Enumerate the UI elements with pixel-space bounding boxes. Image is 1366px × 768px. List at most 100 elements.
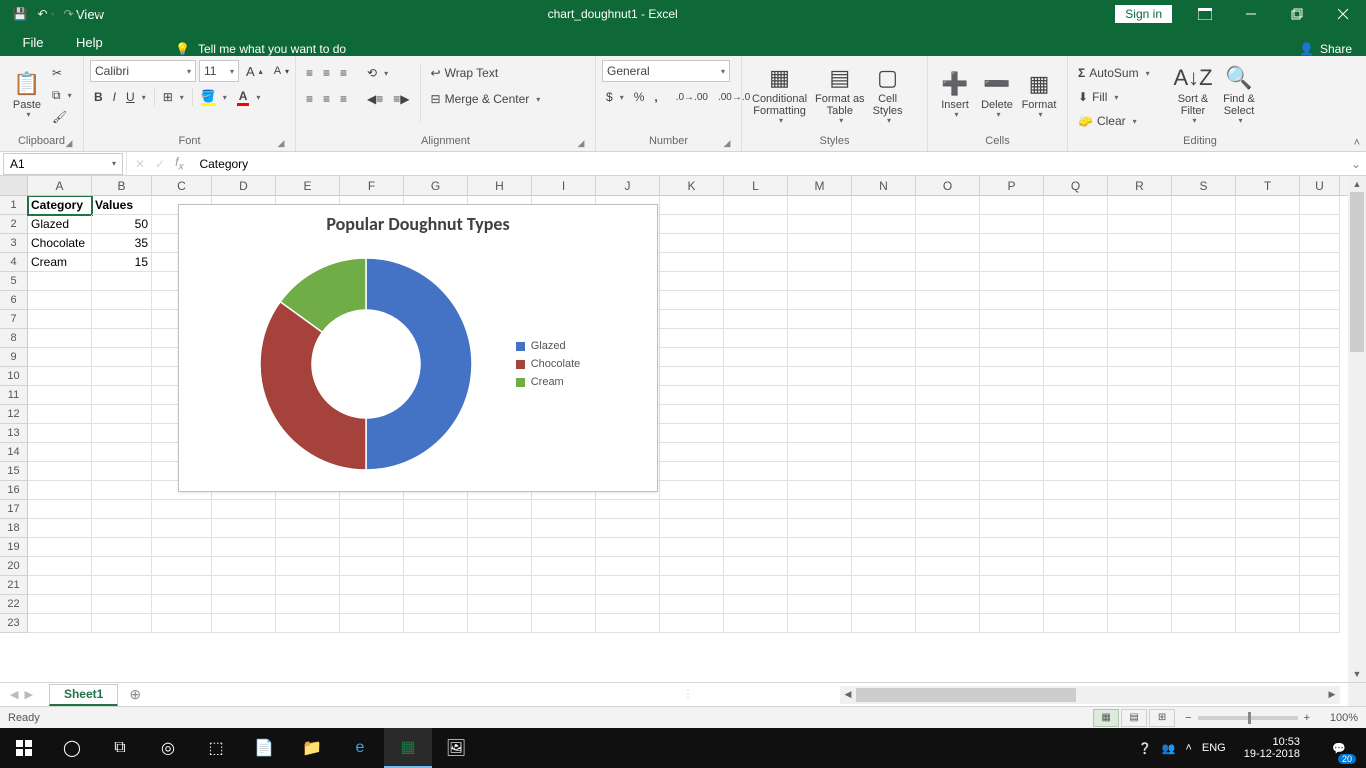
cell[interactable] <box>916 424 980 443</box>
vertical-scrollbar[interactable]: ▲ ▼ <box>1348 176 1366 682</box>
cell[interactable] <box>92 500 152 519</box>
cell[interactable] <box>1236 443 1300 462</box>
cell[interactable] <box>980 291 1044 310</box>
taskbar-app-edge[interactable]: e <box>336 728 384 768</box>
cell[interactable] <box>92 291 152 310</box>
cell[interactable] <box>340 576 404 595</box>
cell[interactable] <box>404 595 468 614</box>
cell[interactable] <box>724 405 788 424</box>
zoom-level[interactable]: 100% <box>1316 712 1358 724</box>
cell[interactable] <box>28 367 92 386</box>
row-header[interactable]: 20 <box>0 557 28 576</box>
cell[interactable] <box>980 576 1044 595</box>
cell[interactable] <box>212 538 276 557</box>
cell[interactable] <box>1300 462 1340 481</box>
cell[interactable] <box>1300 196 1340 215</box>
cell[interactable] <box>468 557 532 576</box>
cell[interactable] <box>788 234 852 253</box>
cell[interactable] <box>1044 424 1108 443</box>
cell[interactable] <box>916 329 980 348</box>
bold-button[interactable]: B <box>90 86 107 108</box>
cell[interactable] <box>724 538 788 557</box>
cell[interactable] <box>1108 424 1172 443</box>
cell[interactable] <box>980 196 1044 215</box>
cell[interactable] <box>660 500 724 519</box>
cell[interactable] <box>1300 329 1340 348</box>
column-header[interactable]: A <box>28 176 92 195</box>
format-painter-button[interactable]: 🖌 <box>48 106 76 128</box>
cell[interactable] <box>916 595 980 614</box>
cell[interactable] <box>92 424 152 443</box>
cell[interactable] <box>852 557 916 576</box>
redo-button[interactable]: ↷▾ <box>60 2 84 26</box>
cell[interactable] <box>340 538 404 557</box>
cell[interactable] <box>596 595 660 614</box>
row-header[interactable]: 18 <box>0 519 28 538</box>
cell[interactable] <box>92 595 152 614</box>
cell[interactable] <box>1300 424 1340 443</box>
cell[interactable] <box>276 614 340 633</box>
cell[interactable] <box>724 234 788 253</box>
cell[interactable] <box>152 557 212 576</box>
cell[interactable] <box>532 595 596 614</box>
column-header[interactable]: L <box>724 176 788 195</box>
cell[interactable] <box>92 367 152 386</box>
vscroll-thumb[interactable] <box>1350 192 1364 352</box>
cell[interactable] <box>92 576 152 595</box>
cell[interactable] <box>852 215 916 234</box>
cell[interactable] <box>980 538 1044 557</box>
tray-people-icon[interactable]: 👥 <box>1162 742 1176 755</box>
cell[interactable] <box>660 443 724 462</box>
cell[interactable] <box>660 519 724 538</box>
row-header[interactable]: 19 <box>0 538 28 557</box>
cell[interactable] <box>916 253 980 272</box>
cell[interactable] <box>1044 348 1108 367</box>
cell[interactable] <box>724 576 788 595</box>
cell[interactable] <box>660 215 724 234</box>
action-center-button[interactable]: 💬20 <box>1318 728 1360 768</box>
cell[interactable] <box>1172 215 1236 234</box>
cell[interactable] <box>852 481 916 500</box>
cell[interactable] <box>1108 576 1172 595</box>
cell[interactable] <box>980 405 1044 424</box>
sheet-tab-active[interactable]: Sheet1 <box>49 684 118 706</box>
cell[interactable] <box>852 576 916 595</box>
cell[interactable] <box>724 196 788 215</box>
cell[interactable] <box>1108 196 1172 215</box>
cell[interactable]: Glazed <box>28 215 92 234</box>
cell[interactable] <box>980 253 1044 272</box>
cell[interactable] <box>724 215 788 234</box>
cell[interactable] <box>1236 595 1300 614</box>
cell[interactable] <box>1108 614 1172 633</box>
cell[interactable] <box>788 215 852 234</box>
font-size-combo[interactable]: 11▾ <box>199 60 239 82</box>
cell[interactable] <box>1300 253 1340 272</box>
cell[interactable] <box>788 405 852 424</box>
cell[interactable] <box>1300 519 1340 538</box>
cell[interactable] <box>724 310 788 329</box>
cell[interactable] <box>1236 614 1300 633</box>
tray-clock[interactable]: 10:53 19-12-2018 <box>1236 736 1308 760</box>
cell[interactable] <box>1236 424 1300 443</box>
column-header[interactable]: M <box>788 176 852 195</box>
close-button[interactable] <box>1320 0 1366 28</box>
cell[interactable] <box>1300 595 1340 614</box>
cell[interactable]: Cream <box>28 253 92 272</box>
sign-in-button[interactable]: Sign in <box>1115 5 1172 23</box>
chart-title[interactable]: Popular Doughnut Types <box>179 205 657 239</box>
column-header[interactable]: F <box>340 176 404 195</box>
cell[interactable] <box>916 462 980 481</box>
cell[interactable] <box>724 614 788 633</box>
borders-button[interactable]: ⊞▾ <box>159 86 188 108</box>
cell[interactable] <box>28 500 92 519</box>
font-name-combo[interactable]: Calibri▾ <box>90 60 196 82</box>
cell[interactable] <box>852 500 916 519</box>
cell[interactable] <box>276 500 340 519</box>
cell[interactable] <box>1044 310 1108 329</box>
cell[interactable]: 15 <box>92 253 152 272</box>
cell[interactable] <box>1172 538 1236 557</box>
cell[interactable] <box>724 291 788 310</box>
column-header[interactable]: S <box>1172 176 1236 195</box>
clear-button[interactable]: 🧽 Clear▾ <box>1074 110 1170 132</box>
cell[interactable] <box>916 481 980 500</box>
